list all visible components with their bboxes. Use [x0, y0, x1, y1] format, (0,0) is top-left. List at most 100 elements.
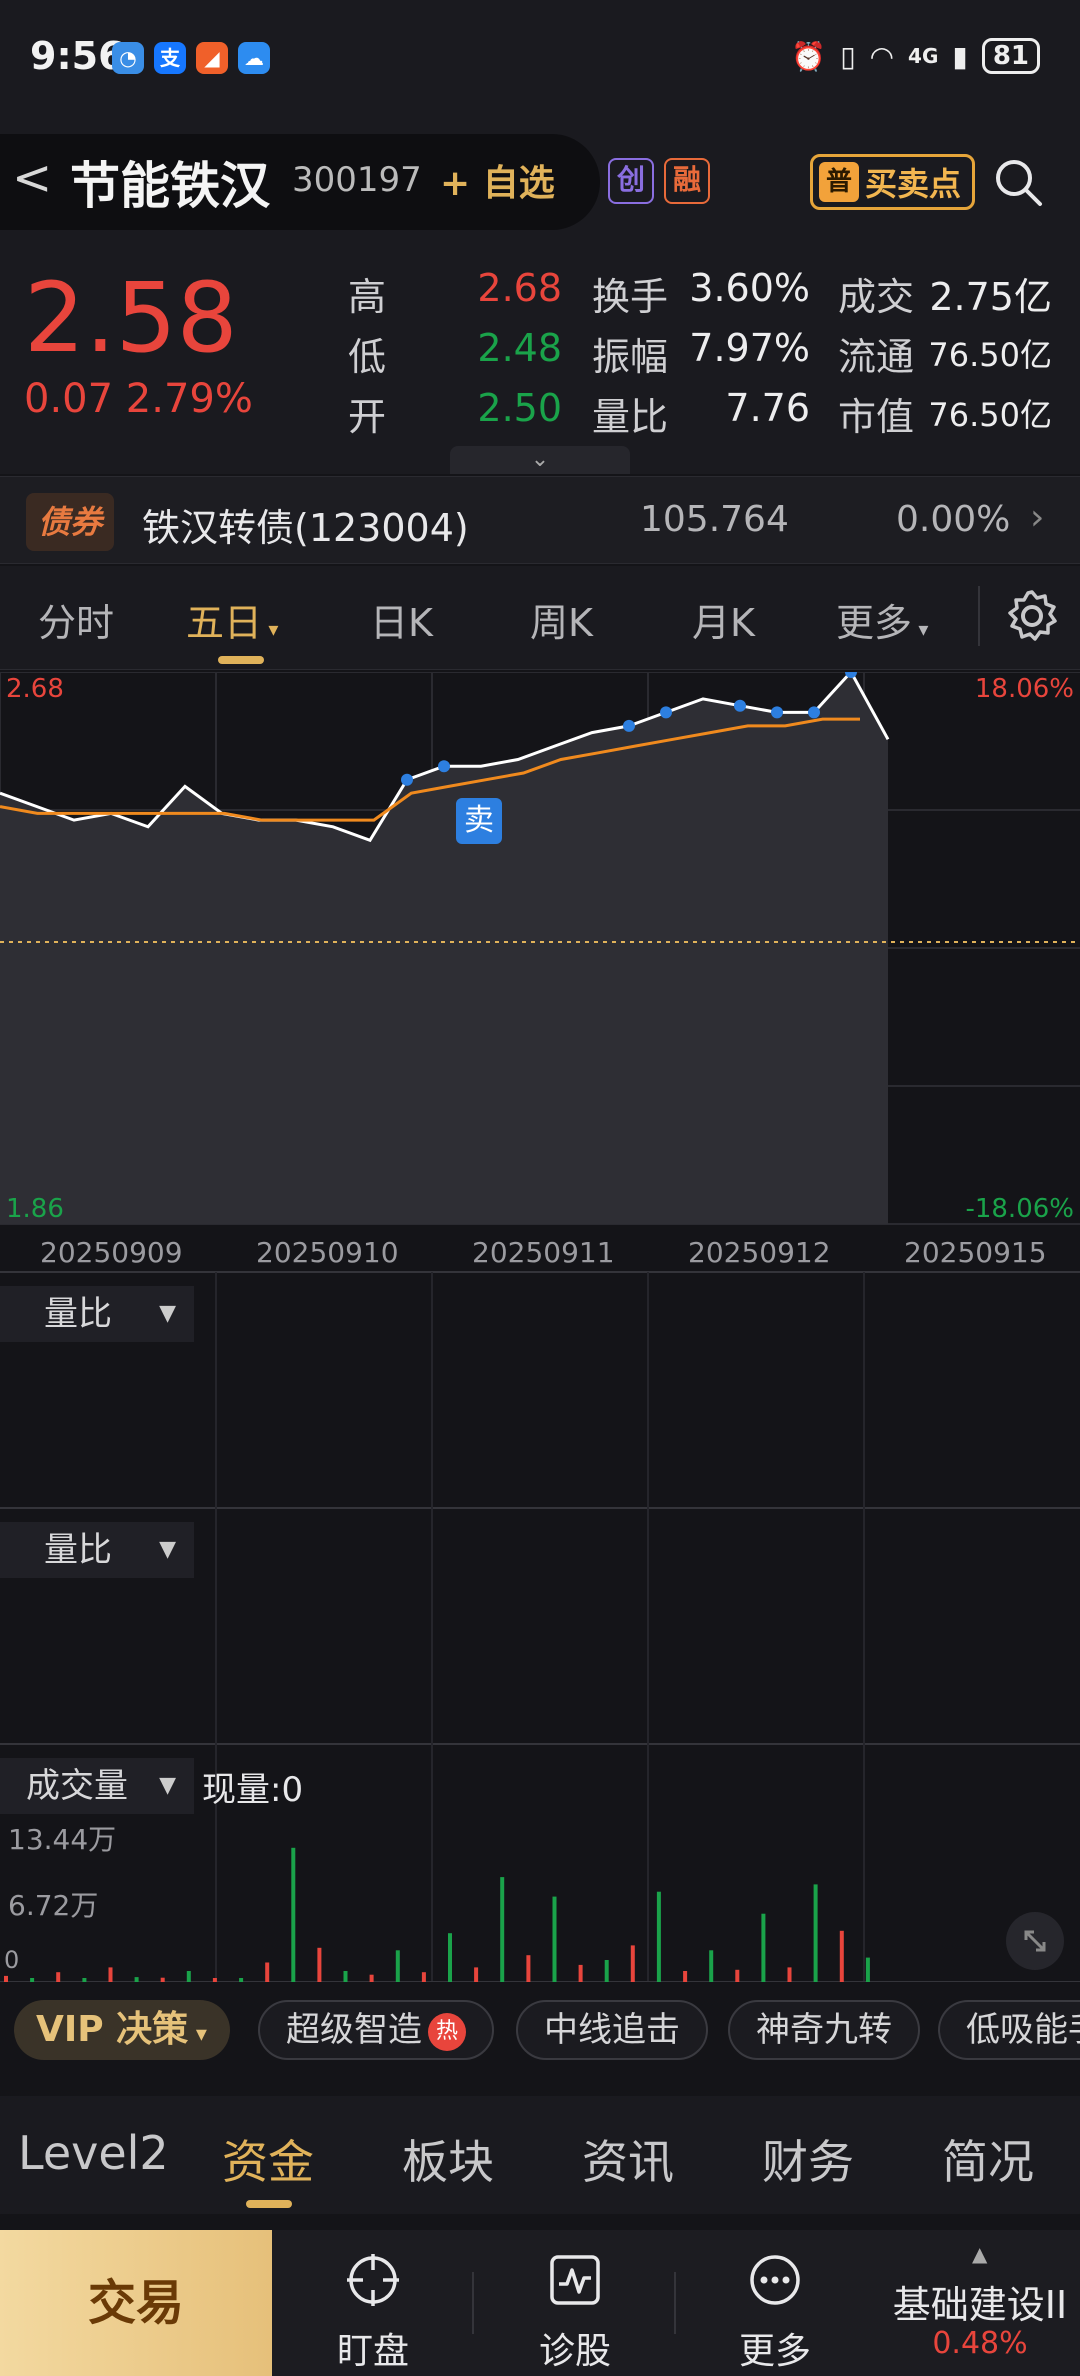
strategy-strip: VIP 决策 ▾ 超级智造热 中线追击 神奇九转 低吸能手: [0, 1990, 1080, 2080]
wifi-icon: ◠: [869, 39, 895, 73]
volume-ratio-value: 7.76: [725, 386, 810, 430]
tab-five-day[interactable]: 五日 ▾: [186, 592, 278, 647]
volume-bar: [656, 1891, 661, 1982]
tab-monthly-k[interactable]: 月K: [692, 592, 755, 647]
alipay-icon: 支: [154, 42, 186, 74]
signal-icon: ▮: [952, 39, 968, 73]
caret-down-icon: ▾: [912, 617, 929, 641]
chinext-badge: 创: [608, 158, 654, 204]
alarm-icon: ⏰: [791, 39, 827, 73]
volume-bar: [160, 1977, 165, 1982]
search-icon[interactable]: [992, 156, 1044, 208]
hot-badge: 热: [428, 2012, 466, 2051]
volume-bar: [56, 1972, 61, 1982]
vip-decision-button[interactable]: VIP 决策 ▾: [14, 2000, 230, 2060]
x-date-label: 20250915: [904, 1236, 1047, 1269]
volume-bar: [683, 1971, 688, 1982]
sell-marker[interactable]: 卖: [456, 798, 502, 844]
signal-dot: [438, 760, 450, 773]
volume-panel-label: 成交量: [26, 1766, 128, 1806]
volume-bar: [578, 1964, 583, 1982]
more-label: 更多: [738, 2331, 811, 2372]
current-volume: 现量:0: [202, 1770, 304, 1810]
caret-down-icon: ▾: [262, 617, 279, 641]
tab-weekly-k[interactable]: 周K: [530, 592, 593, 647]
status-time: 9:56: [30, 34, 125, 78]
low-label: 低: [348, 335, 387, 379]
indicator-selector-1[interactable]: 量比 ▼: [0, 1286, 194, 1342]
tab-intraday[interactable]: 分时: [38, 592, 114, 647]
detail-tabs: Level2 资金 板块 资讯 财务 简况: [0, 2096, 1080, 2214]
gear-icon[interactable]: [1004, 588, 1060, 644]
diagnose-button[interactable]: 诊股: [480, 2230, 670, 2376]
chart-period-tabs: 分时 五日 ▾ 日K 周K 月K 更多 ▾: [0, 566, 1080, 670]
volume-tick: 13.44万: [8, 1823, 117, 1856]
volume-bar: [709, 1950, 714, 1982]
more-button[interactable]: 更多: [680, 2230, 870, 2376]
volume-selector[interactable]: 成交量 ▼: [0, 1758, 194, 1814]
diagnose-label: 诊股: [538, 2331, 611, 2372]
app-notification-icon: ◢: [196, 42, 228, 74]
buy-sell-point-button[interactable]: 普 买卖点: [810, 154, 975, 210]
bond-price: 105.764: [640, 499, 789, 540]
market-cap-value: 76.50亿: [928, 396, 1052, 434]
strategy-chip-midline[interactable]: 中线追击: [516, 2000, 708, 2060]
divider: [978, 586, 980, 646]
convertible-bond-row[interactable]: 债券 铁汉转债(123004) 105.764 0.00% ›: [0, 476, 1080, 564]
turnover-value: 3.60%: [689, 266, 810, 310]
strategy-chip-super[interactable]: 超级智造热: [258, 2000, 494, 2060]
x-date-label: 20250911: [472, 1236, 615, 1269]
weather-icon: ☁: [238, 42, 270, 74]
sector-name[interactable]: 基础建设II: [880, 2274, 1080, 2329]
x-date-label: 20250910: [256, 1236, 399, 1269]
battery-icon: 81: [981, 38, 1040, 74]
turnover-label: 换手: [592, 275, 669, 319]
indicator-selector-2[interactable]: 量比 ▼: [0, 1522, 194, 1578]
stock-header: < 节能铁汉 300197 + 自选 创 融 普 买卖点: [0, 120, 1080, 250]
y-axis-bottom-right: -18.06%: [965, 1194, 1074, 1224]
watch-button[interactable]: 盯盘: [278, 2230, 468, 2376]
tab-more[interactable]: 更多 ▾: [836, 592, 928, 647]
trade-button[interactable]: 交易: [0, 2230, 272, 2376]
more-dots-icon: [750, 2255, 800, 2305]
volume-bar: [526, 1955, 531, 1982]
tab-level2[interactable]: Level2: [18, 2126, 169, 2180]
add-watchlist-button[interactable]: + 自选: [440, 154, 555, 206]
tab-news[interactable]: 资讯: [582, 2126, 674, 2192]
tab-profile[interactable]: 简况: [942, 2126, 1034, 2192]
signal-dot: [734, 699, 746, 712]
bond-tag: 债券: [26, 493, 114, 551]
expand-quote-button[interactable]: ⌄: [450, 446, 630, 474]
tab-finance[interactable]: 财务: [762, 2126, 854, 2192]
low-value: 2.48: [477, 326, 562, 370]
amplitude-value: 7.97%: [689, 326, 810, 370]
volume-bar: [630, 1945, 635, 1982]
volume-bar: [474, 1967, 479, 1982]
volume-bar: [186, 1971, 191, 1982]
divider: [472, 2272, 474, 2334]
system-icons: ⏰ ▯ ◠ 4G ▮ 81: [791, 38, 1040, 74]
strategy-chip-dip[interactable]: 低吸能手: [938, 2000, 1080, 2060]
price-area: [0, 672, 888, 1224]
volume-bar: [865, 1957, 870, 1982]
back-icon[interactable]: <: [12, 150, 52, 206]
volume-bar: [212, 1978, 217, 1982]
status-bar: 9:56 ◔ 支 ◢ ☁ ⏰ ▯ ◠ 4G ▮ 81: [0, 0, 1080, 120]
watch-label: 盯盘: [336, 2331, 409, 2372]
fullscreen-button[interactable]: [1006, 1912, 1064, 1970]
chart-area[interactable]: 2.68 1.86 18.06% -18.06% 卖 20250909 2025…: [0, 672, 1080, 1982]
pulse-chart-icon: [550, 2255, 600, 2305]
signal-dot: [771, 706, 783, 719]
signal-dot: [623, 719, 635, 732]
volume-tick: 0: [4, 1946, 20, 1974]
volume-bar: [813, 1884, 818, 1982]
vip-label: VIP 决策: [36, 2009, 189, 2050]
volume-bar: [500, 1877, 505, 1982]
chevron-right-icon[interactable]: ›: [1030, 497, 1044, 538]
indicator-2-label: 量比: [44, 1530, 112, 1570]
strategy-chip-nine[interactable]: 神奇九转: [728, 2000, 920, 2060]
tab-funds[interactable]: 资金: [222, 2126, 314, 2192]
tab-sector[interactable]: 板块: [402, 2126, 494, 2192]
volume-bar: [421, 1972, 426, 1982]
tab-daily-k[interactable]: 日K: [370, 592, 433, 647]
